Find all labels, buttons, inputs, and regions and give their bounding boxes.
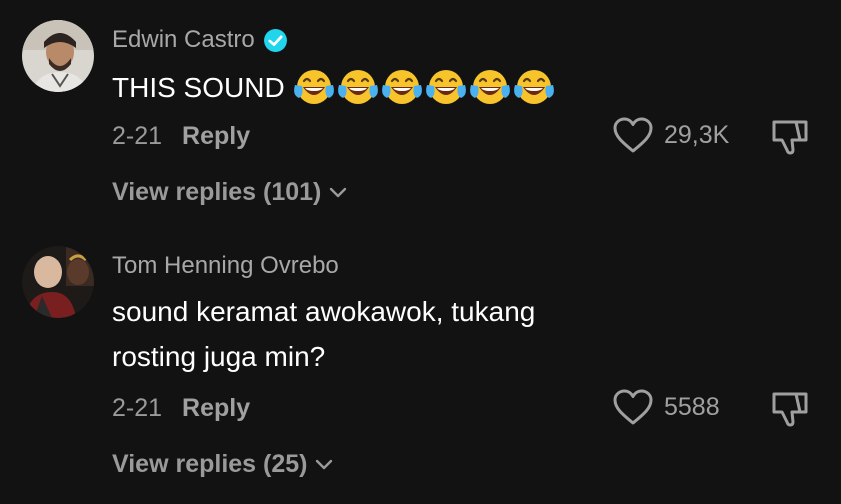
dislike-button[interactable] xyxy=(770,118,810,161)
thumbs-down-icon[interactable] xyxy=(770,118,810,156)
avatar[interactable] xyxy=(22,246,94,318)
comment-item: Tom Henning Ovrebo sound keramat awokawo… xyxy=(0,230,841,504)
username[interactable]: Edwin Castro xyxy=(112,26,288,54)
view-replies-label[interactable]: View replies (101) xyxy=(112,178,321,207)
comment-text-content: THIS SOUND xyxy=(112,72,285,103)
comment-text-line: sound keramat awokawok, tukang xyxy=(112,296,536,327)
comment-text: THIS SOUND xyxy=(112,68,555,110)
username[interactable]: Tom Henning Ovrebo xyxy=(112,252,339,280)
view-replies-button[interactable]: View replies (101) xyxy=(112,178,347,207)
comment-text: sound keramat awokawok, tukang rosting j… xyxy=(112,292,535,377)
face-with-tears-of-joy-icon xyxy=(381,69,422,104)
heart-icon[interactable] xyxy=(612,388,654,426)
comment-meta: 2-21 Reply xyxy=(112,394,250,423)
like-button[interactable]: 29,3K xyxy=(612,116,729,154)
comment-date: 2-21 xyxy=(112,394,163,422)
view-replies-button[interactable]: View replies (25) xyxy=(112,450,333,479)
comment-text-line: rosting juga min? xyxy=(112,341,326,372)
heart-icon[interactable] xyxy=(612,116,654,154)
emoji-row xyxy=(291,67,555,107)
chevron-down-icon xyxy=(330,187,347,197)
face-with-tears-of-joy-icon xyxy=(513,69,554,104)
face-with-tears-of-joy-icon xyxy=(337,69,378,104)
username-label[interactable]: Tom Henning Ovrebo xyxy=(112,252,339,280)
comment-meta: 2-21 Reply xyxy=(112,122,250,151)
face-with-tears-of-joy-icon xyxy=(425,69,466,104)
chevron-down-icon xyxy=(316,459,333,469)
avatar[interactable] xyxy=(22,20,94,92)
face-with-tears-of-joy-icon xyxy=(469,69,510,104)
reply-button[interactable]: Reply xyxy=(182,122,250,150)
like-count: 29,3K xyxy=(664,120,730,149)
username-label[interactable]: Edwin Castro xyxy=(112,26,255,54)
comment-item: Edwin Castro THIS SOUND 2-21 Reply 29,3K … xyxy=(0,0,841,220)
face-with-tears-of-joy-icon xyxy=(293,69,334,104)
dislike-button[interactable] xyxy=(770,390,810,433)
like-count: 5588 xyxy=(664,392,720,421)
view-replies-label[interactable]: View replies (25) xyxy=(112,450,307,479)
like-button[interactable]: 5588 xyxy=(612,388,720,426)
thumbs-down-icon[interactable] xyxy=(770,390,810,428)
comment-date: 2-21 xyxy=(112,122,163,150)
verified-badge-icon xyxy=(263,28,288,53)
reply-button[interactable]: Reply xyxy=(182,394,250,422)
